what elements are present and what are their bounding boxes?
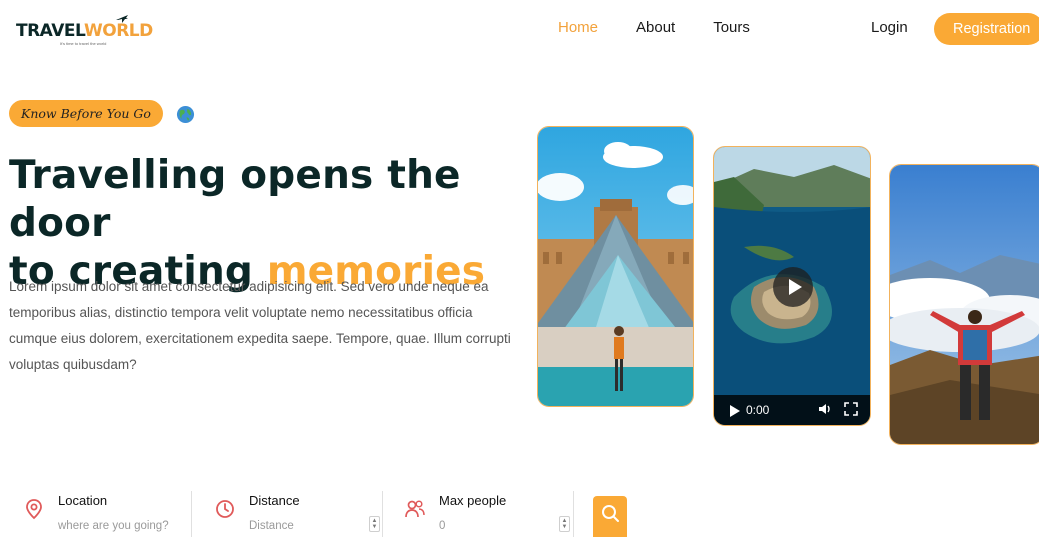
login-link[interactable]: Login <box>871 19 908 36</box>
location-pin-icon <box>26 499 42 520</box>
logo-text-travel: TRAVEL <box>16 21 84 41</box>
location-field: Location <box>23 488 198 537</box>
hero-title-line1: Travelling opens the door <box>9 153 461 246</box>
globe-icon <box>176 105 195 124</box>
video-controls: 0:00 <box>714 395 870 425</box>
fullscreen-icon[interactable] <box>844 402 858 416</box>
search-button[interactable] <box>593 496 627 537</box>
people-field: Max people ▲▼ <box>404 488 574 537</box>
nav-home[interactable]: Home <box>558 19 598 36</box>
video-play-button[interactable] <box>773 267 813 307</box>
distance-stepper[interactable]: ▲ ▼ <box>369 516 380 532</box>
divider <box>382 491 383 537</box>
divider <box>191 491 192 537</box>
registration-button[interactable]: Registration <box>934 13 1039 45</box>
clock-icon <box>216 500 234 518</box>
people-input[interactable] <box>439 517 554 535</box>
people-icon <box>405 500 425 518</box>
hero-description: Lorem ipsum dolor sit amet consectetur a… <box>9 279 511 372</box>
logo[interactable]: TRAVELWORLD It's time to travel the worl… <box>14 12 153 48</box>
logo-tagline: It's time to travel the world <box>60 41 107 46</box>
plane-icon <box>116 15 128 23</box>
distance-input[interactable] <box>249 517 364 535</box>
video-time: 0:00 <box>746 403 770 417</box>
tagline-badge: Know Before You Go <box>9 100 163 127</box>
people-label: Max people <box>439 493 507 508</box>
play-icon[interactable] <box>730 405 740 417</box>
nav-about[interactable]: About <box>636 19 675 36</box>
header: TRAVELWORLD It's time to travel the worl… <box>0 0 1039 60</box>
location-input[interactable] <box>58 517 198 535</box>
nav-tours[interactable]: Tours <box>713 19 750 36</box>
divider <box>573 491 574 537</box>
hero-image-hiker <box>889 164 1039 445</box>
search-bar: Location Distance ▲▼ Max people ▲▼ <box>0 488 640 537</box>
volume-icon[interactable] <box>818 402 832 416</box>
hero-image-louvre <box>537 126 694 407</box>
distance-field: Distance ▲▼ <box>214 488 384 537</box>
main-nav: Home About Tours <box>558 19 750 36</box>
search-icon <box>602 505 619 522</box>
people-stepper[interactable]: ▲ ▼ <box>559 516 570 532</box>
hero-video[interactable]: 0:00 <box>713 146 871 426</box>
location-label: Location <box>58 493 108 508</box>
distance-label: Distance <box>249 493 300 508</box>
